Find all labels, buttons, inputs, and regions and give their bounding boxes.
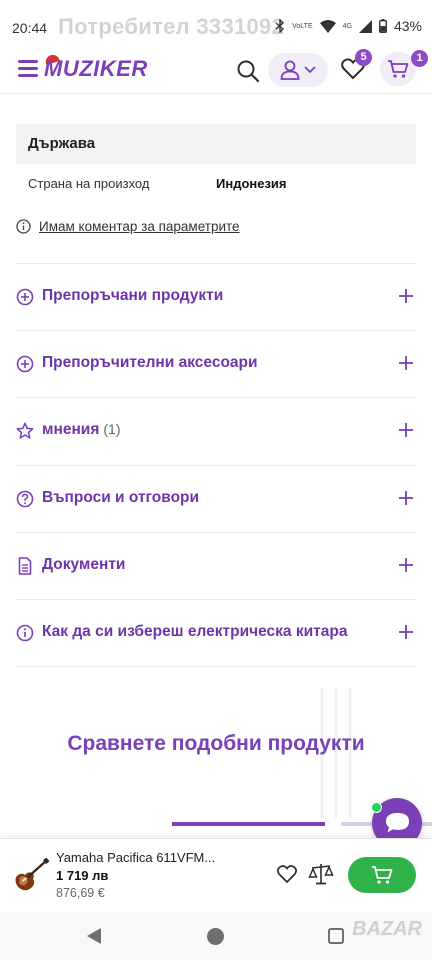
status-bar: Потребител 3331092 20:44 VoLTE 4G 43% <box>0 0 432 46</box>
accordion-recommended-accessories[interactable]: Препоръчителни аксесоари <box>16 330 416 396</box>
wishlist-count-badge: 5 <box>355 49 372 66</box>
accordion-guitar-guide[interactable]: Как да си избереш електрическа китара <box>16 599 416 665</box>
battery-level: 43% <box>393 18 422 34</box>
plus-circle-icon <box>16 355 34 373</box>
accordion-documents[interactable]: Документи <box>16 532 416 598</box>
star-icon <box>16 422 34 439</box>
info-circle-icon <box>16 624 34 642</box>
accordion-label: Въпроси и отговори <box>42 489 200 506</box>
back-triangle-icon[interactable] <box>86 927 102 945</box>
site-header: MUZIKER 5 1 <box>0 46 432 94</box>
accordion-reviews[interactable]: мнения (1) <box>16 397 416 463</box>
bazar-watermark: BAZAR <box>352 918 422 940</box>
plus-circle-icon <box>16 288 34 306</box>
info-circle-icon <box>16 219 31 234</box>
reviews-label: мнения <box>42 421 100 438</box>
param-key: Страна на произход <box>28 176 150 191</box>
user-watermark: Потребител 3331092 <box>58 14 285 39</box>
accordion-label: Как да си избереш електрическа китара <box>42 623 348 640</box>
compare-scales-icon[interactable] <box>308 861 334 887</box>
reviews-count: (1) <box>103 421 121 437</box>
online-status-dot <box>371 802 382 813</box>
status-time: 20:44 <box>12 20 48 36</box>
expand-plus-icon <box>399 289 413 303</box>
expand-plus-icon <box>399 423 413 437</box>
wifi-icon <box>319 19 336 33</box>
product-price: 1 719 лв <box>56 868 109 883</box>
cart-icon <box>388 60 409 78</box>
logo[interactable]: MUZIKER <box>44 56 148 82</box>
sticky-product-bar: Yamaha Pacifica 611VFM... 1 719 лв 876,6… <box>0 838 432 912</box>
param-group-title: Държава <box>16 124 416 164</box>
search-icon[interactable] <box>235 58 261 84</box>
accordion-recommended-products[interactable]: Препоръчани продукти <box>16 263 416 329</box>
expand-plus-icon <box>399 356 413 370</box>
expand-plus-icon <box>399 558 413 572</box>
accordion-divider <box>16 666 416 667</box>
signal-icon <box>358 19 372 33</box>
cart-icon <box>372 866 393 884</box>
chat-bubble-icon <box>386 813 409 833</box>
recent-apps-icon[interactable] <box>328 928 344 944</box>
status-icons: VoLTE 4G 43% <box>275 18 422 34</box>
add-to-cart-button[interactable] <box>348 857 416 893</box>
chevron-down-icon <box>304 66 316 74</box>
compare-tab-active[interactable] <box>172 822 325 826</box>
expand-plus-icon <box>399 491 413 505</box>
document-icon <box>18 557 32 575</box>
accordion-label: Препоръчани продукти <box>42 287 224 304</box>
compare-section-title: Сравнете подобни продукти <box>67 732 365 755</box>
bluetooth-icon <box>275 19 285 33</box>
accordion-label: мнения (1) <box>42 421 121 439</box>
param-value: Индонезия <box>216 176 287 191</box>
product-price-eur: 876,69 € <box>56 886 105 900</box>
account-button[interactable] <box>268 53 328 87</box>
accordion-label: Препоръчителни аксесоари <box>42 354 258 371</box>
add-to-wishlist-heart-icon[interactable] <box>276 863 298 885</box>
accordion-label: Документи <box>42 556 126 573</box>
cart-count-badge: 1 <box>411 50 428 67</box>
product-thumbnail[interactable] <box>12 857 50 895</box>
expand-plus-icon <box>399 625 413 639</box>
volte-label: VoLTE <box>292 22 313 30</box>
param-row: Страна на произход Индонезия <box>16 172 416 196</box>
comment-link-text: Имам коментар за параметрите <box>39 219 240 234</box>
product-name: Yamaha Pacifica 611VFM... <box>56 850 216 865</box>
question-circle-icon <box>16 490 34 508</box>
network-label: 4G <box>342 22 352 30</box>
accordion-questions-answers[interactable]: Въпроси и отговори <box>16 465 416 531</box>
user-icon <box>280 60 300 80</box>
home-circle-icon[interactable] <box>207 928 224 945</box>
param-comment-link[interactable]: Имам коментар за параметрите <box>16 219 240 234</box>
battery-icon <box>378 19 387 33</box>
menu-button[interactable] <box>18 60 38 78</box>
